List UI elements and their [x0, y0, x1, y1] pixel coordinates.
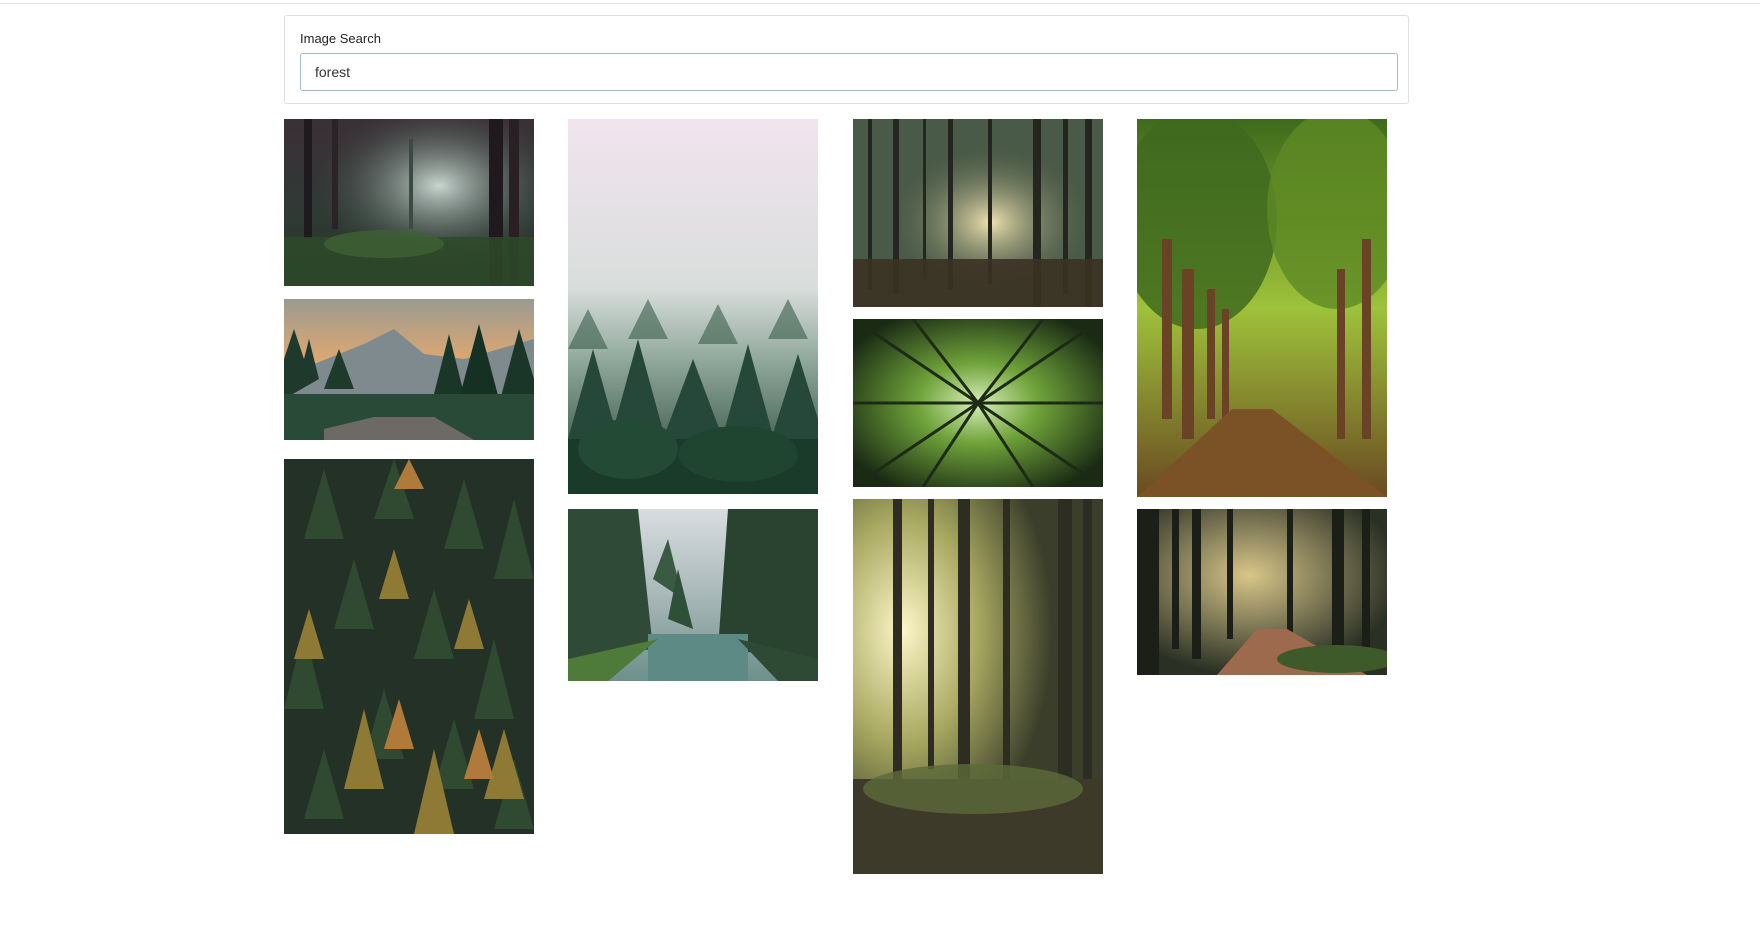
search-label: Image Search	[300, 31, 381, 46]
image-search-card: Image Search	[284, 15, 1409, 104]
result-image-foggy-pine-forest[interactable]	[568, 119, 818, 494]
result-image-sunbeams-through-trees[interactable]	[853, 499, 1103, 874]
result-image-aerial-autumn-conifers[interactable]	[284, 459, 534, 834]
result-image-misty-dark-forest[interactable]	[284, 119, 534, 286]
result-image-green-tree-avenue[interactable]	[1137, 119, 1387, 497]
result-image-looking-up-canopy[interactable]	[853, 319, 1103, 487]
result-image-forest-river[interactable]	[568, 509, 818, 681]
top-divider	[0, 0, 1760, 4]
result-image-mountain-sunset-pines[interactable]	[284, 299, 534, 440]
result-image-forest-path[interactable]	[1137, 509, 1387, 675]
search-input[interactable]	[300, 53, 1398, 91]
result-image-sunlit-pine-trunks[interactable]	[853, 119, 1103, 307]
